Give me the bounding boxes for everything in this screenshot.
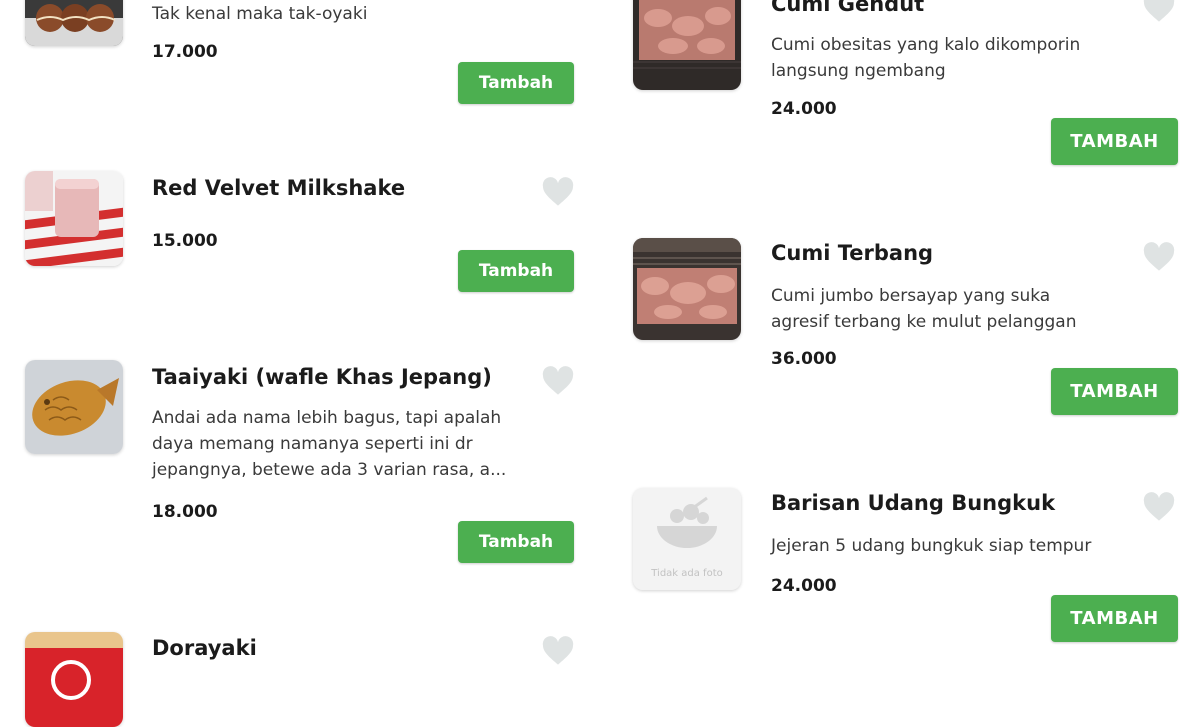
- item-title: Cumi Gendut: [771, 0, 925, 16]
- item-description: Jejeran 5 udang bungkuk siap tempur: [771, 536, 1092, 556]
- squid-grill-photo: [633, 0, 741, 90]
- no-photo-placeholder[interactable]: Tidak ada foto: [633, 488, 741, 590]
- takoyaki-image[interactable]: [25, 0, 123, 46]
- item-price: 18.000: [152, 502, 218, 522]
- item-title: Dorayaki: [152, 636, 257, 660]
- item-price: 15.000: [152, 231, 218, 251]
- item-price: 17.000: [152, 42, 218, 62]
- add-button[interactable]: Tambah: [458, 250, 574, 292]
- add-button[interactable]: Tambah: [458, 521, 574, 563]
- milkshake-photo: [25, 171, 123, 266]
- favorite-heart-icon[interactable]: [541, 177, 575, 207]
- favorite-heart-icon[interactable]: [1142, 492, 1176, 522]
- dorayaki-photo: [25, 632, 123, 727]
- add-button[interactable]: TAMBAH: [1051, 368, 1178, 415]
- item-price: 24.000: [771, 576, 837, 596]
- taiyaki-image[interactable]: [25, 360, 123, 454]
- cumi-gendut-image[interactable]: [633, 0, 741, 90]
- item-description: Tak kenal maka tak-oyaki: [152, 4, 368, 24]
- taiyaki-photo: [25, 360, 123, 454]
- item-title: Red Velvet Milkshake: [152, 176, 406, 200]
- item-description: Andai ada nama lebih bagus, tapi apalah …: [152, 408, 507, 480]
- takoyaki-photo: [25, 0, 123, 46]
- favorite-heart-icon[interactable]: [1142, 242, 1176, 272]
- milkshake-image[interactable]: [25, 171, 123, 266]
- item-price: 36.000: [771, 349, 837, 369]
- favorite-heart-icon[interactable]: [541, 366, 575, 396]
- item-description: Cumi jumbo bersayap yang suka agresif te…: [771, 286, 1077, 332]
- favorite-heart-icon[interactable]: [1142, 0, 1176, 23]
- add-button[interactable]: Tambah: [458, 62, 574, 104]
- add-button[interactable]: TAMBAH: [1051, 595, 1178, 642]
- cumi-terbang-image[interactable]: [633, 238, 741, 340]
- squid-grill-photo: [633, 238, 741, 340]
- item-title: Cumi Terbang: [771, 241, 934, 265]
- item-description: Cumi obesitas yang kalo dikomporin langs…: [771, 35, 1081, 81]
- item-price: 24.000: [771, 99, 837, 119]
- dorayaki-image[interactable]: [25, 632, 123, 727]
- add-button[interactable]: TAMBAH: [1051, 118, 1178, 165]
- item-title: Taaiyaki (wafle Khas Jepang): [152, 365, 492, 389]
- favorite-heart-icon[interactable]: [541, 636, 575, 666]
- item-title: Barisan Udang Bungkuk: [771, 491, 1056, 515]
- no-photo-label: Tidak ada foto: [651, 568, 723, 579]
